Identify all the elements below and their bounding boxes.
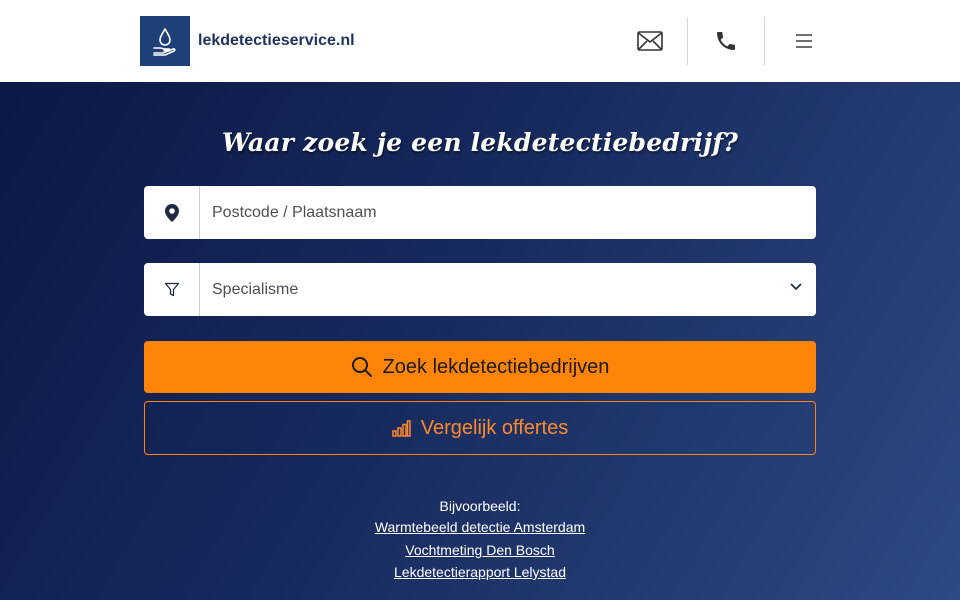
phone-button[interactable] <box>688 17 764 65</box>
location-field <box>144 186 816 239</box>
header-divider <box>764 17 765 65</box>
phone-icon <box>717 32 735 50</box>
specialism-select[interactable]: Specialisme <box>200 263 816 316</box>
compare-quotes-button[interactable]: Vergelijk offertes <box>144 401 816 455</box>
envelope-icon <box>637 31 663 51</box>
example-link[interactable]: Lekdetectierapport Lelystad <box>0 561 960 584</box>
compare-button-label: Vergelijk offertes <box>420 416 569 439</box>
site-header: lekdetectieservice.nl <box>0 0 960 82</box>
menu-button[interactable] <box>766 17 842 65</box>
location-input[interactable] <box>200 186 816 239</box>
logo-mark <box>140 16 190 66</box>
search-button-label: Zoek lekdetectiebedrijven <box>382 355 610 378</box>
water-drop-hand-icon <box>153 28 176 56</box>
filter-icon <box>164 282 179 296</box>
examples-label: Bijvoorbeeld: <box>439 498 521 514</box>
filter-icon-box <box>144 263 200 316</box>
specialism-field: Specialisme <box>144 263 816 316</box>
email-button[interactable] <box>612 17 688 65</box>
site-logo-link[interactable]: lekdetectieservice.nl <box>140 16 355 66</box>
specialism-selected-value: Specialisme <box>212 280 299 298</box>
bar-chart-icon <box>392 419 411 437</box>
chevron-down-icon <box>790 283 802 290</box>
site-name: lekdetectieservice.nl <box>198 32 355 49</box>
hamburger-menu-icon <box>796 34 812 48</box>
hero-title: Waar zoek je een lekdetectiebedrijf? <box>221 128 739 157</box>
map-pin-icon <box>164 203 179 222</box>
search-button[interactable]: Zoek lekdetectiebedrijven <box>144 341 816 393</box>
example-link[interactable]: Warmtebeeld detectie Amsterdam <box>0 516 960 539</box>
example-link[interactable]: Vochtmeting Den Bosch <box>0 539 960 562</box>
location-pin-icon-box <box>144 186 200 239</box>
hero-section: Waar zoek je een lekdetectiebedrijf? Spe… <box>0 82 960 600</box>
examples-list: Bijvoorbeeld: Warmtebeeld detectie Amste… <box>0 496 960 584</box>
search-icon <box>351 357 372 377</box>
